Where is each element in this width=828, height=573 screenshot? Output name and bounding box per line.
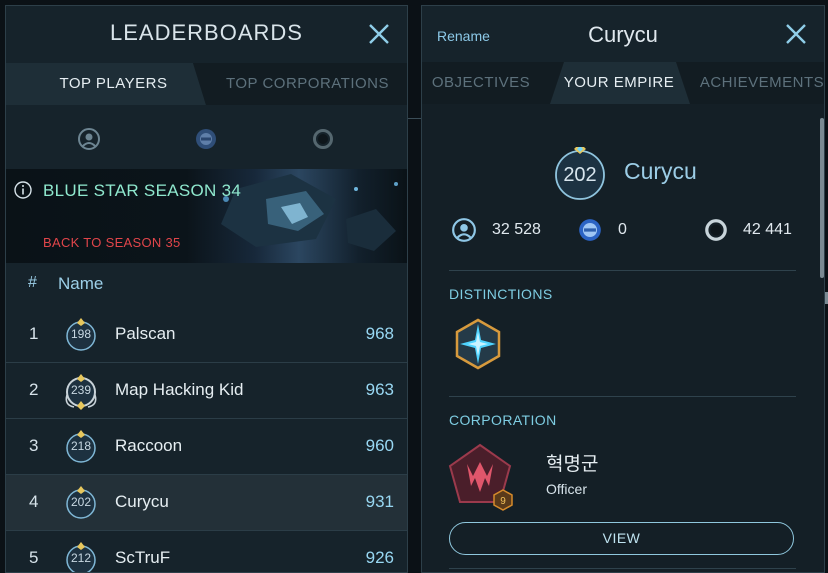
- player-rank: 4: [29, 492, 39, 511]
- back-to-season-link[interactable]: BACK TO SEASON 35: [43, 235, 181, 250]
- close-icon[interactable]: [367, 22, 391, 46]
- player-rank: 3: [29, 436, 39, 455]
- player-score: 931: [365, 492, 394, 511]
- player-row[interactable]: 5 212 ScTruF 926: [6, 531, 407, 572]
- relic-icon: [705, 219, 727, 241]
- player-name: Map Hacking Kid: [115, 380, 244, 399]
- tab-top-players[interactable]: TOP PLAYERS: [6, 63, 221, 105]
- player-name: Palscan: [115, 324, 176, 343]
- list-header: # Name: [6, 263, 407, 308]
- tab-objectives[interactable]: OBJECTIVES: [422, 62, 540, 104]
- player-name: Curycu: [115, 492, 169, 511]
- empire-level: 202: [563, 164, 597, 186]
- leaderboards-title: LEADERBOARDS: [110, 20, 303, 45]
- empire-player-name: Curycu: [624, 158, 697, 184]
- corporation-emblem-icon[interactable]: 9: [447, 442, 517, 512]
- level-badge: 218: [64, 429, 98, 463]
- player-level: 202: [70, 495, 92, 509]
- background-line: [408, 118, 421, 119]
- scrollbar[interactable]: [820, 118, 824, 278]
- season-banner: BLUE STAR SEASON 34 BACK TO SEASON 35: [6, 169, 407, 263]
- player-score: 960: [365, 436, 394, 455]
- level-badge: 198: [64, 317, 98, 351]
- empire-panel: Rename Curycu OBJECTIVES YOUR EMPIRE ACH…: [421, 5, 825, 573]
- level-badge: 212: [64, 541, 98, 572]
- distinctions-heading: DISTINCTIONS: [449, 286, 553, 302]
- blue-star-icon: [579, 219, 601, 241]
- name-column-header: Name: [58, 274, 104, 293]
- corporation-role: Officer: [546, 481, 587, 497]
- divider: [449, 396, 796, 397]
- season-title: BLUE STAR SEASON 34: [43, 181, 242, 200]
- player-rank: 5: [29, 548, 39, 567]
- player-score: 963: [365, 380, 394, 399]
- currency-filter: [6, 121, 407, 161]
- relic-icon[interactable]: [311, 127, 335, 151]
- player-row-current[interactable]: 4 202 Curycu 931: [6, 475, 407, 531]
- player-name: Raccoon: [115, 436, 183, 455]
- corporation-heading: CORPORATION: [449, 412, 557, 428]
- player-score: 968: [365, 324, 394, 343]
- player-level: 198: [70, 327, 92, 341]
- leaderboards-panel: LEADERBOARDS TOP PLAYERS TOP CORPORATION…: [5, 5, 408, 573]
- player-name: ScTruF: [115, 548, 171, 567]
- relic-value: 42 441: [743, 221, 792, 238]
- blue-star-value: 0: [618, 221, 627, 238]
- blue-star-icon[interactable]: [194, 127, 218, 151]
- influence-value: 32 528: [492, 221, 541, 238]
- divider: [449, 568, 796, 569]
- player-rank: 2: [29, 380, 39, 399]
- empire-title: Curycu: [588, 22, 658, 47]
- player-score: 926: [365, 548, 394, 567]
- close-icon[interactable]: [784, 22, 808, 46]
- tab-your-empire[interactable]: YOUR EMPIRE: [556, 62, 682, 104]
- info-icon[interactable]: [14, 181, 32, 199]
- view-corporation-button[interactable]: VIEW: [449, 522, 794, 555]
- tab-achievements[interactable]: ACHIEVEMENTS: [698, 62, 824, 104]
- corporation-level: 9: [500, 496, 506, 507]
- player-row[interactable]: 1 198 Palscan 968: [6, 307, 407, 363]
- divider: [449, 270, 796, 271]
- tab-top-corporations[interactable]: TOP CORPORATIONS: [206, 63, 407, 105]
- player-row[interactable]: 2 239 Map Hacking Kid 963: [6, 363, 407, 419]
- distinction-star-icon[interactable]: [452, 318, 504, 370]
- influence-icon[interactable]: [77, 127, 101, 151]
- leaderboards-header: LEADERBOARDS: [6, 6, 407, 62]
- level-badge: 239: [64, 373, 98, 410]
- player-row[interactable]: 3 218 Raccoon 960: [6, 419, 407, 475]
- rank-column-header: #: [28, 274, 37, 291]
- player-rank: 1: [29, 324, 39, 343]
- player-level: 239: [70, 383, 92, 397]
- influence-icon: [452, 218, 476, 242]
- player-level: 212: [70, 551, 92, 565]
- player-level: 218: [70, 439, 92, 453]
- empire-tabs: OBJECTIVES YOUR EMPIRE ACHIEVEMENTS: [422, 62, 824, 104]
- empire-level-badge: 202: [553, 147, 607, 201]
- corporation-name: 혁명군: [546, 454, 599, 475]
- level-badge: 202: [64, 485, 98, 519]
- leaderboards-tabs: TOP PLAYERS TOP CORPORATIONS: [6, 63, 407, 105]
